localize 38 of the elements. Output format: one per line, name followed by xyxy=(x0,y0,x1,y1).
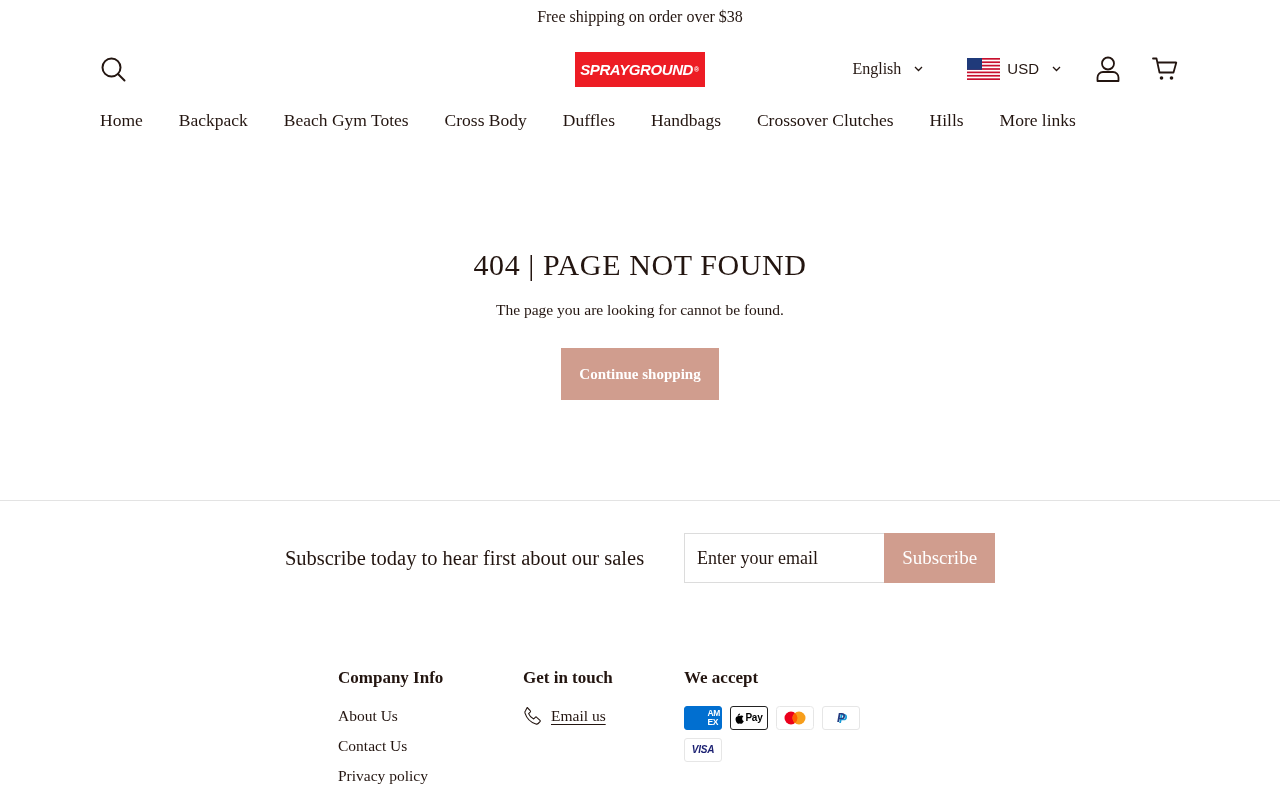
logo-text: AM xyxy=(707,709,720,718)
email-field[interactable]: Enter your email xyxy=(684,533,885,583)
error-message: The page you are looking for cannot be found. xyxy=(496,300,784,320)
user-icon[interactable] xyxy=(1096,56,1120,82)
nav-link[interactable]: Crossover Clutches xyxy=(756,109,894,131)
nav-link[interactable]: More links xyxy=(999,109,1076,131)
nav-link[interactable]: Cross Body xyxy=(444,109,527,131)
chevron-down-icon xyxy=(914,66,924,72)
chevron-down-icon xyxy=(1052,66,1061,72)
brand-logo[interactable]: SPRAYGROUND$^{®}$ xyxy=(574,51,705,87)
logo-text: VISA xyxy=(691,745,715,755)
announcement-text: Free shipping on order over $38 xyxy=(537,7,743,27)
nav-link[interactable]: Backpack xyxy=(178,109,248,131)
column-heading: Company Info xyxy=(338,667,444,689)
page-title: 404 | PAGE NOT FOUND xyxy=(473,247,807,283)
column-heading: We accept xyxy=(684,667,759,689)
logo-text: EX xyxy=(707,718,719,727)
nav-link[interactable]: Handbags xyxy=(650,109,721,131)
logo-text: Pay xyxy=(745,713,763,723)
footer-link[interactable]: Privacy policy xyxy=(338,765,428,787)
language-selector[interactable]: English xyxy=(852,59,924,79)
logo-text: P xyxy=(837,712,845,724)
nav-link[interactable]: Duffles xyxy=(562,109,615,131)
phone-icon xyxy=(523,706,543,726)
flag-icon xyxy=(967,58,1001,80)
nav-link[interactable]: Home xyxy=(100,109,143,131)
column-heading: Get in touch xyxy=(523,667,613,689)
two-circles-icon xyxy=(776,706,814,730)
nav-link[interactable]: Hills xyxy=(929,109,964,131)
currency-selector[interactable]: USD xyxy=(967,58,1061,80)
search-icon[interactable] xyxy=(101,56,126,82)
footer-link[interactable]: Contact Us xyxy=(338,735,428,757)
cart-icon[interactable] xyxy=(1152,57,1178,81)
footer-link[interactable]: About Us xyxy=(338,705,428,727)
newsletter-heading: Subscribe today to hear first about our sales xyxy=(284,546,645,571)
email-link[interactable]: Email us xyxy=(551,705,606,727)
apple-icon xyxy=(735,712,745,724)
nav-link[interactable]: Beach Gym Totes xyxy=(283,109,409,131)
